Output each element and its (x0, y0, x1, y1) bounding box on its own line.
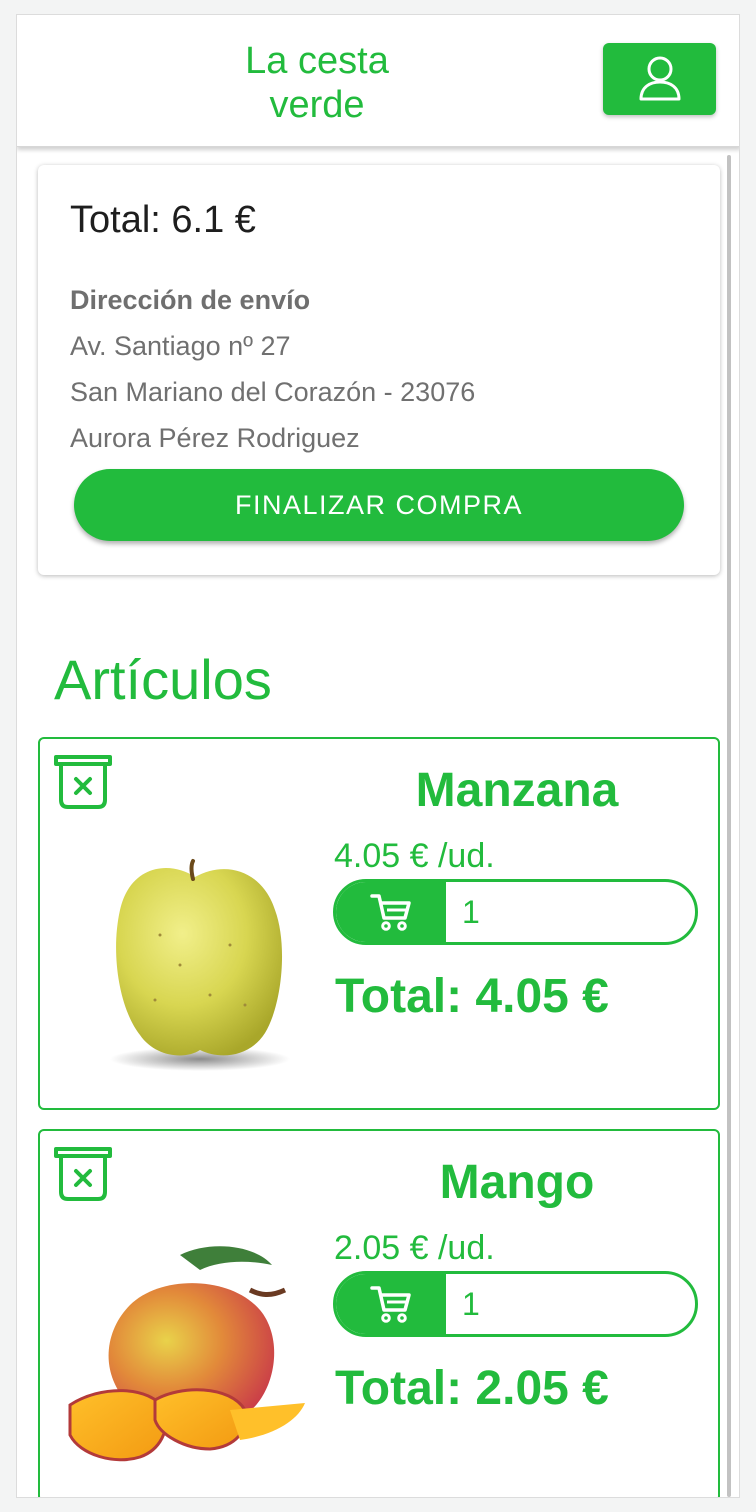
apple-image (60, 835, 320, 1085)
top-bar: La cesta verde (17, 15, 739, 147)
articles-heading: Artículos (54, 648, 272, 711)
trash-icon[interactable] (52, 753, 114, 811)
trash-icon[interactable] (52, 1145, 114, 1203)
item-name: Manzana (415, 764, 619, 817)
finish-purchase-button[interactable]: FINALIZAR COMPRA (74, 469, 684, 541)
mango-image (60, 1235, 320, 1485)
item-total: Total: 2.05 € (335, 1362, 609, 1415)
order-total: Total: 6.1 € (70, 199, 256, 241)
shipping-address-heading: Dirección de envío (70, 285, 311, 315)
user-account-button[interactable] (603, 43, 716, 115)
quantity-input[interactable]: 1 (333, 1271, 698, 1337)
item-unit-price: 4.05 € /ud. (334, 837, 495, 875)
quantity-value[interactable]: 1 (462, 882, 480, 942)
order-summary-card: Total: 6.1 € Dirección de envío Av. Sant… (38, 165, 720, 575)
brand-line-1: La cesta (245, 40, 389, 82)
cart-icon[interactable] (336, 1274, 446, 1334)
scrollbar-thumb[interactable] (727, 155, 731, 1497)
address-city: San Mariano del Corazón - 23076 (70, 377, 476, 407)
item-name: Mango (439, 1156, 595, 1209)
user-icon (639, 56, 680, 101)
item-total: Total: 4.05 € (335, 970, 609, 1023)
quantity-value[interactable]: 1 (462, 1274, 480, 1334)
address-street: Av. Santiago nº 27 (70, 331, 291, 361)
brand-line-2: verde (269, 84, 365, 126)
cart-item-card: Mango 2.05 € /ud. 1 Total: 2.05 € (38, 1129, 720, 1497)
quantity-input[interactable]: 1 (333, 879, 698, 945)
cart-item-card: Manzana 4.05 € /ud. 1 Total: 4.05 € (38, 737, 720, 1110)
app-frame: La cesta verde Total: 6.1 € Dirección de… (16, 14, 740, 1498)
brand-title[interactable]: La cesta verde (217, 39, 417, 127)
address-recipient: Aurora Pérez Rodriguez (70, 423, 360, 453)
cart-icon[interactable] (336, 882, 446, 942)
scrollbar[interactable] (725, 153, 733, 1497)
item-unit-price: 2.05 € /ud. (334, 1229, 495, 1267)
